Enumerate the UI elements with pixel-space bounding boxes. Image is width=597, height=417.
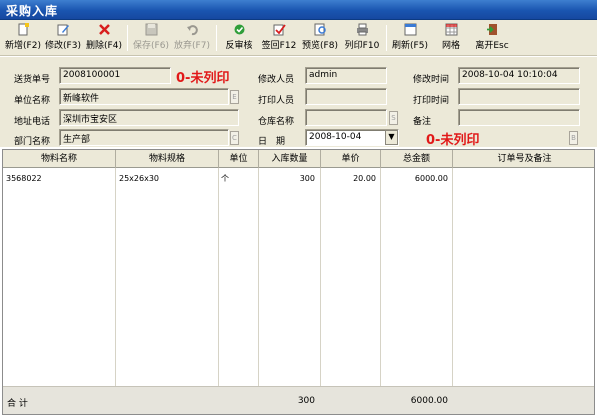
modifier-field[interactable]: admin [305, 67, 387, 84]
cell-qty: 300 [299, 174, 315, 183]
col-divider [320, 168, 321, 386]
cell-unit: 个 [221, 174, 229, 183]
printtime-label: 打印时间 [413, 96, 450, 106]
delete-button[interactable]: 删除(F4) [84, 23, 124, 53]
company-field[interactable]: 新峰软件 [59, 88, 229, 105]
delivery-no-field[interactable]: 2008100001 [59, 67, 171, 84]
col-header-qty[interactable]: 入库数量 [259, 150, 321, 168]
company-label: 单位名称 [14, 96, 51, 106]
col-header-unit[interactable]: 单位 [219, 150, 259, 168]
address-field[interactable]: 深圳市宝安区 [59, 109, 239, 126]
dept-lookup-button[interactable]: C [230, 131, 239, 145]
print-button[interactable]: 列印F10 [342, 23, 382, 53]
footer-total-amount: 6000.00 [410, 396, 448, 406]
dept-field[interactable]: 生产部 [59, 129, 229, 146]
preview-icon [314, 23, 326, 36]
col-header-amount[interactable]: 总金额 [381, 150, 453, 168]
grid-icon [445, 23, 457, 36]
unaudit-icon [234, 24, 244, 35]
footer-total-label: 合 计 [7, 399, 28, 409]
new-doc-icon [18, 23, 29, 36]
toolbar-separator [216, 25, 217, 51]
extra-lookup-button[interactable]: B [569, 131, 578, 145]
sign-back-button[interactable]: 签回F12 [259, 23, 299, 53]
col-divider [258, 168, 259, 386]
preview-button[interactable]: 预览(F8) [300, 23, 340, 53]
toolbar: 新增(F2) 修改(F3) 删除(F4) 保存(F6) 放弃(F7) 反审核 签… [0, 20, 597, 56]
edit-button[interactable]: 修改(F3) [43, 23, 83, 53]
print-status-right: 0-未列印 [426, 133, 480, 148]
warehouse-field[interactable] [305, 109, 387, 126]
remark-label: 备注 [413, 117, 432, 127]
grid-header: 物料名称 物料规格 单位 入库数量 单价 总金额 订单号及备注 [3, 150, 594, 168]
address-label: 地址电话 [14, 117, 51, 127]
printer-field[interactable] [305, 88, 387, 105]
edit-icon [57, 24, 69, 36]
printer-label: 打印人员 [258, 96, 295, 106]
warehouse-lookup-button[interactable]: S [389, 111, 398, 125]
save-button[interactable]: 保存(F6) [131, 23, 171, 53]
items-grid[interactable]: 物料名称 物料规格 单位 入库数量 单价 总金额 订单号及备注 3568022 … [2, 149, 595, 415]
toolbar-separator [386, 25, 387, 51]
modtime-label: 修改时间 [413, 75, 450, 85]
exit-icon [486, 24, 497, 35]
header-form: 送货单号 2008100001 0-未列印 单位名称 新峰软件 E 地址电话 深… [0, 57, 597, 148]
grid-button[interactable]: 网格 [433, 23, 469, 53]
col-header-remark[interactable]: 订单号及备注 [453, 150, 594, 168]
discard-button[interactable]: 放弃(F7) [172, 23, 212, 53]
modifier-label: 修改人员 [258, 75, 295, 85]
window-title: 采购入库 [6, 4, 59, 18]
cell-amount: 6000.00 [414, 174, 448, 183]
col-divider [380, 168, 381, 386]
chevron-down-icon: ▼ [388, 132, 395, 141]
toolbar-separator [127, 25, 128, 51]
save-icon [145, 23, 157, 36]
date-dropdown-button[interactable]: ▼ [385, 130, 398, 145]
cell-spec: 25x26x30 [119, 174, 160, 183]
delete-x-icon [98, 24, 110, 35]
cell-price: 20.00 [353, 174, 376, 183]
cell-name: 3568022 [6, 174, 42, 183]
exit-button[interactable]: 离开Esc [472, 23, 512, 53]
col-divider [452, 168, 453, 386]
sign-back-icon [273, 24, 286, 36]
title-bar: 采购入库 [0, 0, 597, 20]
col-divider [115, 168, 116, 386]
warehouse-label: 仓库名称 [258, 117, 295, 127]
date-label: 日 期 [258, 137, 286, 147]
refresh-icon [404, 23, 416, 36]
unaudit-button[interactable]: 反审核 [221, 23, 257, 53]
undo-icon [186, 25, 198, 36]
printtime-field[interactable] [458, 88, 580, 105]
company-lookup-button[interactable]: E [230, 90, 239, 104]
refresh-button[interactable]: 刷新(F5) [390, 23, 430, 53]
print-icon [356, 23, 368, 36]
print-status-left: 0-未列印 [176, 71, 230, 86]
col-header-name[interactable]: 物料名称 [3, 150, 116, 168]
modtime-field[interactable]: 2008-10-04 10:10:04 [458, 67, 580, 84]
col-header-spec[interactable]: 物料规格 [116, 150, 219, 168]
dept-label: 部门名称 [14, 137, 51, 147]
footer-total-qty: 300 [297, 396, 315, 406]
col-divider [218, 168, 219, 386]
col-header-price[interactable]: 单价 [321, 150, 381, 168]
grid-footer: 合 计 300 6000.00 [3, 386, 594, 414]
new-button[interactable]: 新增(F2) [3, 23, 43, 53]
delivery-no-label: 送货单号 [14, 75, 51, 85]
remark-field[interactable] [458, 109, 580, 126]
